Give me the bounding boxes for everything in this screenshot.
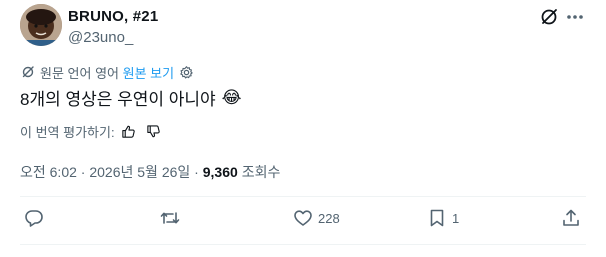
share-button[interactable] — [561, 208, 581, 228]
author-display-name[interactable]: BRUNO, #21 — [68, 8, 158, 25]
thumbs-up-icon[interactable] — [121, 124, 136, 139]
share-icon — [563, 209, 579, 226]
divider — [20, 196, 586, 197]
views-label: 조회수 — [241, 164, 281, 180]
translation-source-label: 원문 언어 영어 — [40, 65, 119, 81]
translation-notice: 원문 언어 영어 원본 보기 — [20, 63, 194, 81]
meta-separator: · — [190, 164, 203, 180]
more-options-button[interactable] — [564, 6, 586, 28]
author-handle[interactable]: @23uno_ — [68, 29, 133, 46]
like-button[interactable]: 228 — [293, 208, 340, 228]
repost-icon — [160, 212, 180, 224]
grok-icon — [541, 9, 557, 25]
reply-icon — [25, 210, 43, 227]
heart-icon — [294, 210, 312, 226]
bookmark-count: 1 — [452, 210, 460, 226]
thumbs-down-icon[interactable] — [146, 124, 161, 139]
grok-icon — [22, 66, 34, 78]
action-bar: 228 1 — [0, 205, 606, 235]
tweet-meta: 오전 6:02 · 2026년 5월 26일 · 9,360 조회수 — [20, 162, 280, 182]
avatar-image — [20, 4, 62, 46]
reply-button[interactable] — [24, 208, 44, 228]
avatar[interactable] — [20, 4, 62, 46]
more-dots-icon — [567, 15, 583, 19]
gear-icon[interactable] — [179, 65, 194, 80]
views-count: 9,360 — [202, 164, 238, 180]
tweet-text: 8개의 영상은 우연이 아니야 😂 — [20, 85, 242, 110]
rate-translation-label: 이 번역 평가하기: — [20, 125, 115, 140]
grok-button[interactable] — [538, 6, 560, 28]
show-original-link[interactable]: 원본 보기 — [123, 63, 174, 82]
divider — [20, 244, 586, 245]
like-count: 228 — [318, 210, 340, 226]
bookmark-icon — [430, 209, 444, 227]
tears-of-joy-emoji: 😂 — [221, 87, 242, 107]
bookmark-button[interactable]: 1 — [427, 208, 459, 228]
tweet-body: 8개의 영상은 우연이 아니야 — [20, 90, 216, 109]
post-date[interactable]: 2026년 5월 26일 — [89, 162, 190, 182]
rate-translation: 이 번역 평가하기: — [20, 122, 161, 141]
repost-button[interactable] — [160, 208, 180, 228]
meta-separator: · — [76, 164, 90, 180]
post-time[interactable]: 오전 6:02 — [20, 162, 77, 182]
